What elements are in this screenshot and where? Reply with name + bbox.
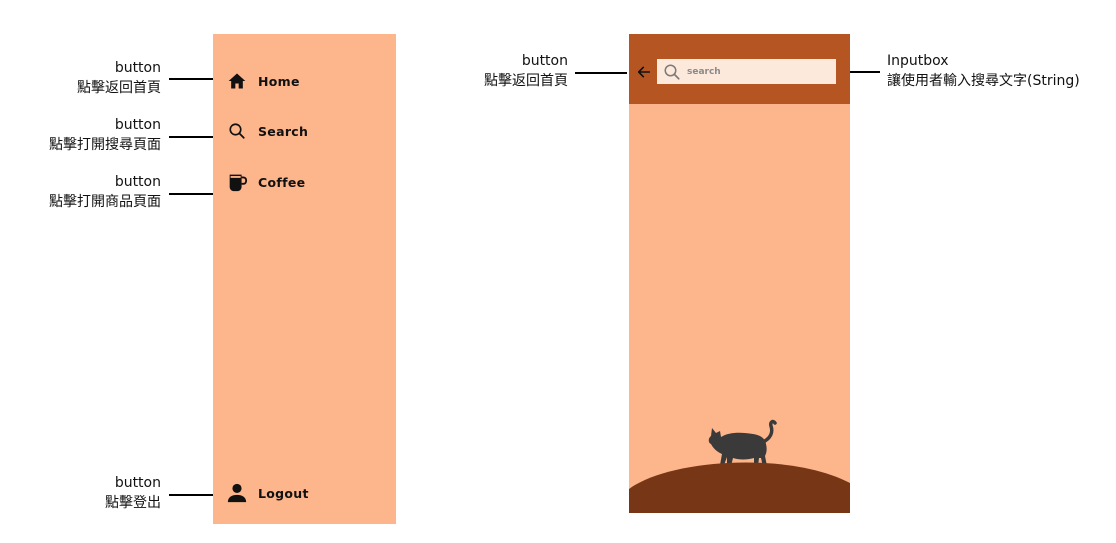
back-annotation-desc: 點擊返回首頁 (484, 73, 568, 89)
home-annotation-type: button (114, 60, 161, 76)
coffee-cup-icon (226, 171, 248, 193)
search-icon (661, 61, 683, 83)
search-inputbox[interactable] (657, 59, 836, 84)
sidebar-item-label: Search (258, 123, 309, 139)
sidebar-item-home[interactable]: Home (213, 67, 300, 95)
search-annotation-type: button (114, 117, 161, 133)
back-button[interactable] (634, 62, 654, 82)
sidebar-item-logout[interactable]: Logout (213, 479, 309, 507)
search-icon (226, 120, 248, 142)
home-annotation: button 點擊返回首頁 (40, 58, 161, 98)
sidebar-drawer: Home Search Coffee Logout (213, 34, 396, 524)
coffee-annotation-type: button (114, 174, 161, 190)
app-bar (629, 34, 850, 104)
home-annotation-desc: 點擊返回首頁 (77, 80, 161, 96)
person-icon (226, 482, 248, 504)
back-leader-line (575, 72, 627, 74)
search-input[interactable] (687, 66, 827, 77)
sidebar-item-label: Coffee (258, 174, 306, 190)
sidebar-item-label: Home (258, 73, 300, 89)
coffee-annotation: button 點擊打開商品頁面 (20, 172, 161, 212)
back-annotation-type: button (521, 53, 568, 69)
arrow-left-icon (637, 66, 651, 78)
back-annotation: button 點擊返回首頁 (440, 51, 568, 91)
sidebar-item-coffee[interactable]: Coffee (213, 168, 305, 196)
sidebar-item-search[interactable]: Search (213, 117, 308, 145)
inputbox-annotation-type: Inputbox (887, 53, 949, 69)
home-icon (226, 70, 248, 92)
logout-annotation-type: button (114, 475, 161, 491)
search-annotation-desc: 點擊打開搜尋頁面 (49, 137, 161, 153)
hill-illustration (629, 462, 850, 513)
inputbox-annotation: Inputbox 讓使用者輸入搜尋文字(String) (887, 51, 1107, 91)
logout-annotation: button 點擊登出 (40, 473, 161, 513)
sidebar-item-label: Logout (258, 485, 309, 501)
coffee-annotation-desc: 點擊打開商品頁面 (49, 194, 161, 210)
inputbox-annotation-desc: 讓使用者輸入搜尋文字(String) (887, 73, 1080, 89)
search-screen-mockup (629, 34, 850, 513)
search-annotation: button 點擊打開搜尋頁面 (20, 115, 161, 155)
wireframe-canvas: button 點擊返回首頁 button 點擊打開搜尋頁面 button 點擊打… (0, 0, 1116, 543)
logout-annotation-desc: 點擊登出 (105, 495, 161, 511)
